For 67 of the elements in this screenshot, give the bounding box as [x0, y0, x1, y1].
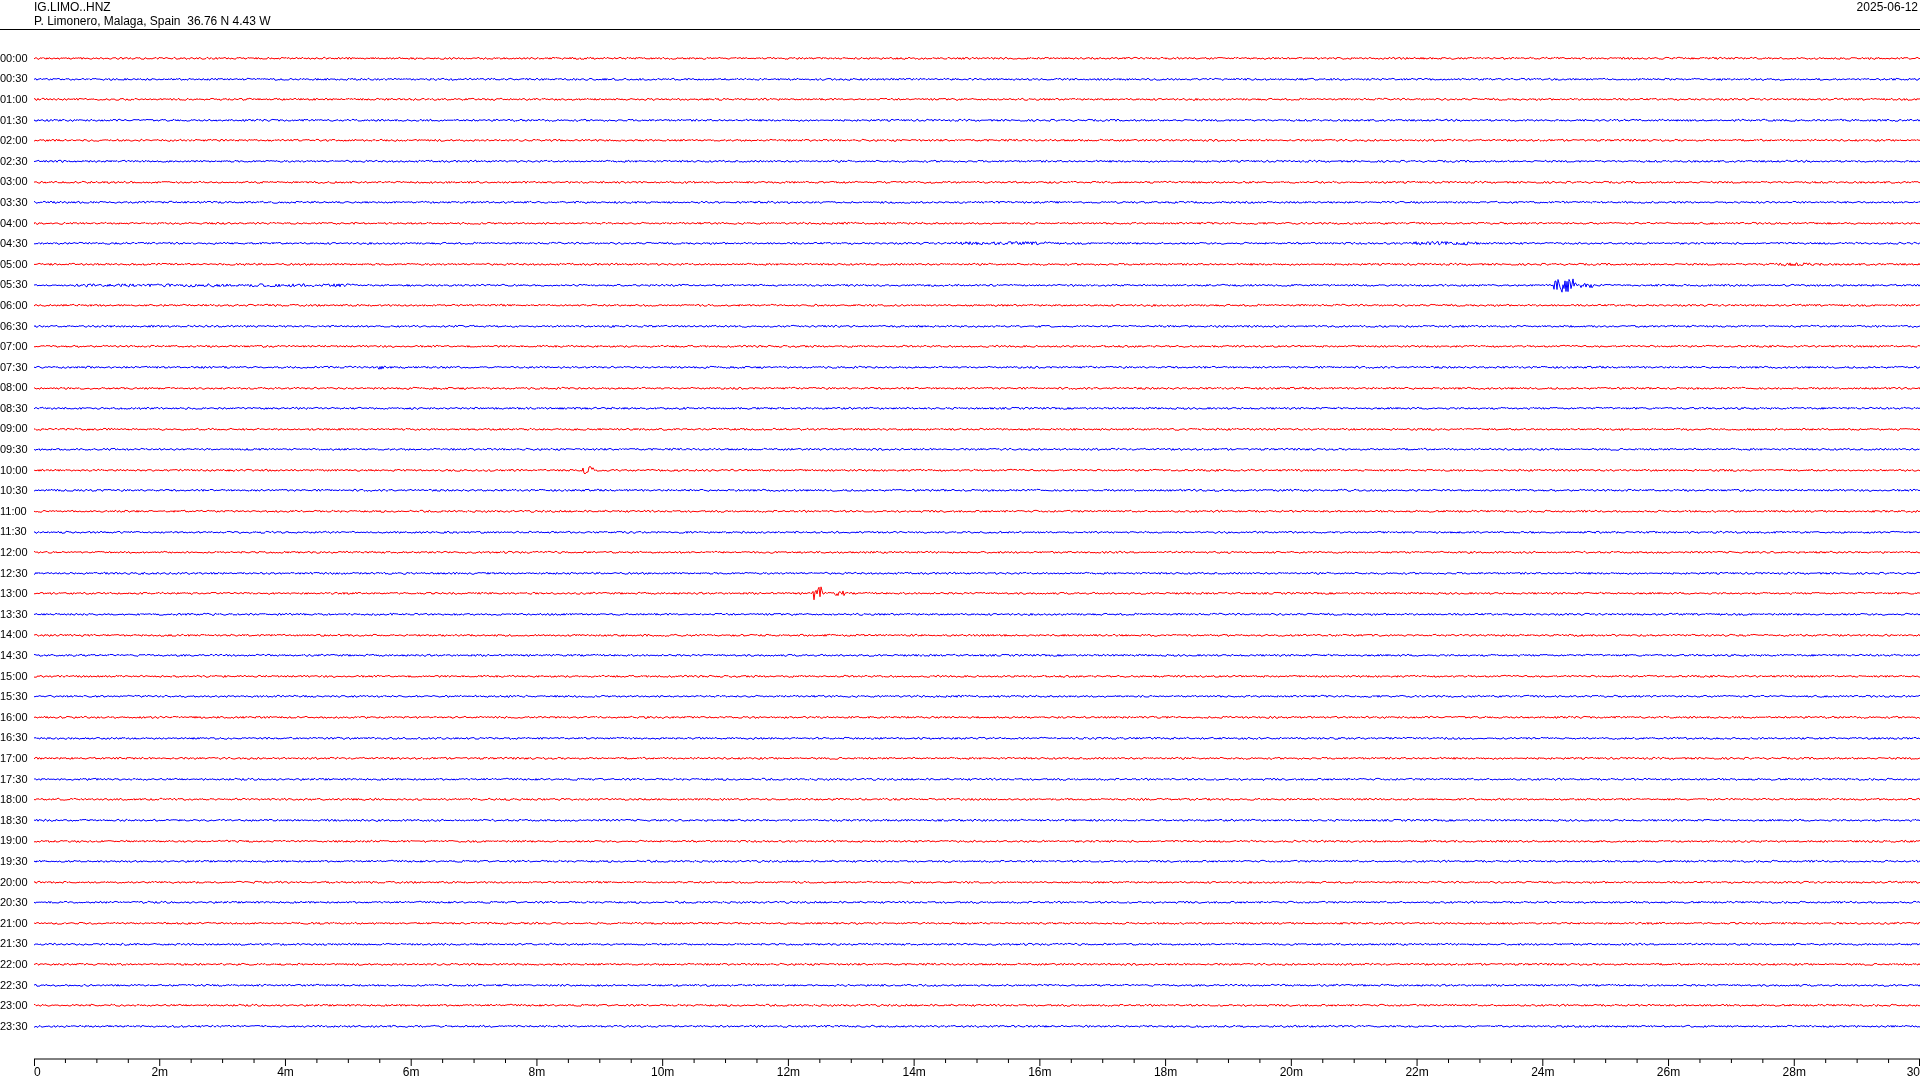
time-label: 04:00	[0, 216, 29, 230]
time-label: 06:30	[0, 319, 29, 333]
axis-tick-label: 24m	[1531, 1064, 1555, 1079]
time-label: 20:00	[0, 875, 29, 889]
time-label: 17:30	[0, 772, 29, 786]
time-label: 22:30	[0, 978, 29, 992]
time-label: 07:00	[0, 340, 29, 354]
time-label: 03:00	[0, 175, 29, 189]
time-label: 23:30	[0, 1019, 29, 1033]
time-label: 16:30	[0, 731, 29, 745]
time-label: 08:00	[0, 381, 29, 395]
axis-tick-label: 30	[1906, 1064, 1920, 1079]
time-label: 11:00	[0, 504, 28, 518]
axis-tick-label: 22m	[1405, 1064, 1429, 1079]
time-label: 01:30	[0, 113, 29, 127]
time-label: 02:30	[0, 154, 29, 168]
time-label: 08:30	[0, 401, 29, 415]
axis-tick-label: 26m	[1656, 1064, 1681, 1079]
time-label: 15:30	[0, 690, 29, 704]
time-label: 15:00	[0, 669, 29, 683]
station-location: P. Limonero, Malaga, Spain 36.76 N 4.43 W	[34, 14, 271, 28]
axis-tick-label: 16m	[1028, 1064, 1052, 1079]
plot-date: 2025-06-12	[1856, 0, 1919, 14]
axis-tick-label: 6m	[402, 1064, 420, 1079]
time-label: 21:00	[0, 916, 29, 930]
axis-tick-label: 8m	[528, 1064, 546, 1079]
axis-tick-label: 2m	[151, 1064, 169, 1079]
time-label: 11:30	[0, 525, 28, 539]
time-label: 22:00	[0, 957, 29, 971]
time-label: 10:30	[0, 484, 29, 498]
axis-tick-label: 10m	[651, 1064, 675, 1079]
time-label: 14:00	[0, 628, 29, 642]
time-label: 13:30	[0, 607, 29, 621]
axis-tick-label: 0	[34, 1064, 41, 1079]
axis-tick-label: 12m	[776, 1064, 801, 1079]
time-label: 09:00	[0, 422, 29, 436]
time-label: 17:00	[0, 752, 29, 765]
time-label: 02:00	[0, 134, 29, 148]
time-label: 10:00	[0, 463, 29, 477]
time-label: 04:30	[0, 237, 29, 251]
time-label: 05:00	[0, 257, 29, 271]
time-label: 19:00	[0, 834, 29, 848]
time-label: 13:00	[0, 587, 29, 601]
axis-tick-label: 28m	[1782, 1064, 1806, 1079]
time-label: 05:30	[0, 278, 29, 292]
time-label: 12:00	[0, 546, 29, 560]
time-label: 20:30	[0, 896, 29, 910]
time-label: 03:30	[0, 195, 29, 209]
time-label: 18:30	[0, 813, 29, 827]
time-label: 09:30	[0, 443, 29, 457]
time-label: 21:30	[0, 937, 29, 951]
time-label: 14:30	[0, 649, 29, 662]
time-label: 19:30	[0, 854, 29, 868]
time-label: 06:00	[0, 298, 29, 312]
time-label: 16:00	[0, 710, 29, 724]
axis-tick-label: 18m	[1153, 1064, 1178, 1079]
time-label: 18:00	[0, 793, 29, 807]
time-label: 00:00	[0, 51, 29, 65]
axis-tick-label: 4m	[277, 1064, 294, 1079]
station-code: IG.LIMO..HNZ	[34, 0, 112, 14]
time-label: 00:30	[0, 72, 29, 86]
axis-tick-label: 14m	[902, 1064, 926, 1079]
time-label: 07:30	[0, 360, 29, 374]
time-label: 23:00	[0, 999, 29, 1013]
axis-tick-label: 20m	[1279, 1064, 1303, 1079]
time-label: 01:00	[0, 93, 29, 106]
time-label: 12:30	[0, 566, 29, 580]
